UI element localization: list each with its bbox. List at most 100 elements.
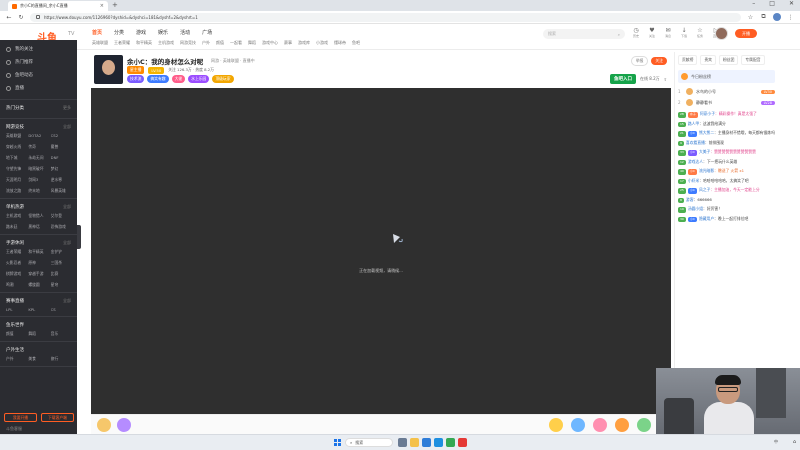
room-tag[interactable]: 搞笑有趣 [147, 75, 169, 83]
rank-row[interactable]: 1 水鸟的小号 LV30 [678, 86, 775, 97]
chat-username[interactable]: 游戏达人 [688, 159, 703, 164]
sidebar-category-link[interactable]: 颜值 [6, 331, 26, 337]
follow-icon[interactable]: ♥ [649, 27, 654, 34]
open-live-button[interactable]: 开播 [735, 29, 757, 38]
room-tag[interactable]: 顶级玩家 [212, 75, 234, 83]
sidebar-category-link[interactable]: 传奇 [28, 144, 48, 150]
start-live-button[interactable]: 我要开播 [4, 413, 37, 422]
chat-username[interactable]: 阿豪小子 [700, 111, 715, 116]
streamer-avatar[interactable] [94, 55, 123, 84]
sidebar-category-link[interactable]: 和平精英 [28, 249, 48, 255]
header-icon-item[interactable]: ☆ 任务 [695, 27, 705, 38]
gift-item[interactable] [593, 418, 607, 432]
sidebar-category-link[interactable]: 地下城 [6, 155, 26, 161]
section-more-link[interactable]: 全部 [63, 298, 71, 304]
sidebar-category-link[interactable]: 舞蹈 [28, 331, 48, 337]
windows-start-icon[interactable] [334, 439, 341, 446]
nav-square[interactable]: 广场 [202, 29, 212, 36]
chat-username[interactable]: 风之子 [699, 187, 710, 192]
subnav-item[interactable]: 游戏库 [298, 40, 310, 46]
sidebar-category-link[interactable]: 艾尔登 [51, 213, 71, 219]
subnav-item[interactable]: 懂球帝 [334, 40, 346, 46]
sidebar-category-link[interactable]: 剑网3 [28, 177, 48, 183]
new-tab-button[interactable]: + [112, 1, 118, 9]
edge-icon[interactable] [422, 438, 431, 447]
chat-username[interactable]: 流光暗影 [699, 168, 714, 173]
gift-item[interactable] [615, 418, 629, 432]
store-icon[interactable] [434, 438, 443, 447]
subnav-item[interactable]: 赛事 [284, 40, 292, 46]
sidebar-category-link[interactable]: 终末地 [28, 188, 48, 194]
sidebar-category-link[interactable]: 永劫无间 [28, 155, 48, 161]
sidebar-category-link[interactable]: 风暴英雄 [51, 188, 71, 194]
sidebar-category-link[interactable]: 天涯明月 [6, 177, 26, 183]
follow-button[interactable]: 关注 [651, 57, 667, 65]
sidebar-category-link[interactable]: 音乐 [51, 331, 71, 337]
nav-games[interactable]: 游戏 [136, 29, 146, 36]
gift-item[interactable] [97, 418, 111, 432]
menu-icon[interactable]: ⋮ [787, 14, 794, 21]
back-button[interactable]: ← [6, 14, 12, 21]
sidebar-category-link[interactable]: 怪物猎人 [28, 213, 48, 219]
subnav-item[interactable]: 户外 [202, 40, 210, 46]
sidebar-category-link[interactable]: 梦幻 [51, 166, 71, 172]
task-icon[interactable]: ☆ [697, 27, 702, 34]
sidebar-category-link[interactable]: 星穹 [51, 282, 71, 288]
sidebar-category-link[interactable]: 主机游戏 [6, 213, 26, 219]
sidebar-category-link[interactable]: DNF [51, 155, 71, 161]
chat-tab-button[interactable]: 粉丝团 [718, 55, 739, 65]
sidebar-category-link[interactable]: 逆水寒 [51, 177, 71, 183]
promo-banner[interactable]: 鱼吧入口 [610, 74, 636, 84]
tray-icon[interactable]: ⌂ [793, 439, 796, 445]
subnav-item[interactable]: 一起看 [230, 40, 242, 46]
chat-username[interactable]: 喜欢看直播 [686, 140, 705, 145]
history-icon[interactable]: ◷ [633, 27, 638, 34]
section-more-link[interactable]: 全部 [63, 124, 71, 130]
sidebar-category-link[interactable]: DOTA2 [28, 133, 48, 139]
sidebar-category-link[interactable]: CS2 [51, 133, 71, 139]
sidebar-category-link[interactable]: 魔兽 [51, 144, 71, 150]
subnav-item[interactable]: 鱼吧 [352, 40, 360, 46]
nav-home[interactable]: 首页 [92, 29, 102, 36]
subnav-item[interactable]: 舞蹈 [248, 40, 256, 46]
sidebar-category-link[interactable]: 英雄联盟 [6, 133, 26, 139]
chat-tab-button[interactable]: 贡献榜 [678, 55, 698, 65]
header-icon-item[interactable]: ♥ 关注 [647, 27, 657, 38]
file-explorer-icon[interactable] [410, 438, 419, 447]
close-tab-icon[interactable]: × [100, 3, 104, 9]
user-avatar[interactable] [715, 27, 728, 40]
sidebar-category-link[interactable]: 螺旋圆 [28, 282, 48, 288]
sidebar-category-link[interactable]: 恐怖游戏 [51, 224, 71, 230]
nav-category[interactable]: 分类 [114, 29, 124, 36]
room-tag[interactable]: 技术流 [127, 75, 145, 83]
refresh-button[interactable]: ↻ [18, 14, 24, 21]
sidebar-footer[interactable]: 斗鱼客服 [6, 426, 22, 432]
nav-entertainment[interactable]: 娱乐 [158, 29, 168, 36]
download-icon[interactable]: ↓ [681, 27, 686, 34]
extensions-icon[interactable]: ⧉ [760, 13, 767, 21]
header-icon-item[interactable]: ◷ 历史 [631, 27, 641, 38]
sidebar-category-link[interactable]: 鸣潮 [6, 282, 26, 288]
chat-username[interactable]: 大美子 [699, 149, 710, 154]
header-icon-item[interactable]: ✉ 消息 [663, 27, 673, 38]
sidebar-category-link[interactable]: 三国杀 [51, 260, 71, 266]
room-tag[interactable]: 水上乐园 [188, 75, 210, 83]
sidebar-category-link[interactable]: 守望先锋 [6, 166, 26, 172]
sidebar-category-link[interactable]: 金铲铲 [51, 249, 71, 255]
rank-row[interactable]: 2 静静看书 LV28 [678, 97, 775, 108]
sidebar-category-link[interactable]: 王者荣耀 [6, 249, 26, 255]
profile-avatar[interactable] [773, 13, 781, 21]
input-method[interactable]: 中 [774, 439, 778, 445]
chrome-icon[interactable] [446, 438, 455, 447]
sidebar-category-link[interactable]: 穿越手游 [28, 271, 48, 277]
chat-username[interactable]: 熊大熊二 [699, 130, 714, 135]
sidebar-collapse-handle[interactable] [77, 225, 81, 249]
star-icon[interactable]: ☆ [747, 14, 754, 21]
sidebar-category-link[interactable]: 比赛 [51, 271, 71, 277]
chat-username[interactable]: 隐藏用户 [699, 216, 714, 221]
sidebar-top-item[interactable]: 直播 [6, 83, 71, 93]
sidebar-category-link[interactable]: 户外 [6, 356, 26, 362]
chat-username[interactable]: 小虾米 [688, 178, 699, 183]
sidebar-top-item[interactable]: 我的关注 [6, 44, 71, 54]
sidebar-category-link[interactable]: 流放之路 [6, 188, 26, 194]
